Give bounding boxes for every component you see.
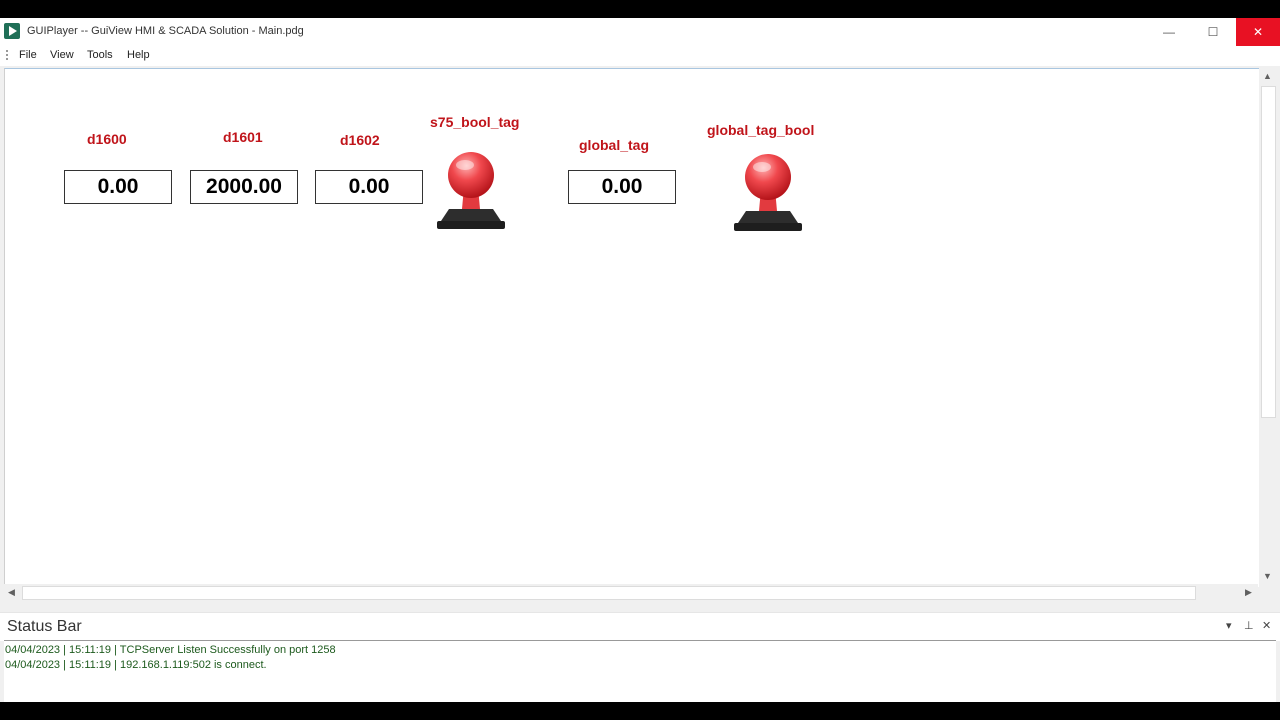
tag-label-d1601: d1601 (223, 129, 263, 145)
app-play-icon (4, 23, 20, 39)
maximize-button[interactable]: ☐ (1191, 18, 1235, 46)
log-line: 04/04/2023 | 15:11:19 | 192.168.1.119:50… (5, 659, 267, 671)
status-bar-header: Status Bar ▾ ⊥ ✕ (0, 612, 1280, 641)
status-pin-icon[interactable]: ⊥ (1244, 619, 1254, 632)
title-bar[interactable]: GUIPlayer -- GuiView HMI & SCADA Solutio… (0, 18, 1280, 46)
close-button[interactable]: ✕ (1236, 18, 1280, 46)
joystick-indicator-global-tag-bool-icon[interactable] (732, 151, 804, 235)
tag-label-d1600: d1600 (87, 131, 127, 147)
app-window: GUIPlayer -- GuiView HMI & SCADA Solutio… (0, 18, 1280, 702)
hmi-canvas: d1600 0.00 d1601 2000.00 d1602 0.00 s75_… (4, 68, 1259, 587)
status-close-icon[interactable]: ✕ (1262, 619, 1271, 632)
menu-grip-icon (6, 50, 8, 62)
menu-file[interactable]: File (19, 49, 37, 61)
value-display-d1601[interactable]: 2000.00 (190, 170, 298, 204)
horizontal-scroll-thumb[interactable] (22, 586, 1196, 600)
menu-view[interactable]: View (50, 49, 74, 61)
joystick-indicator-s75-bool-tag-icon[interactable] (435, 149, 507, 233)
scroll-left-icon[interactable]: ◀ (8, 587, 15, 598)
status-dropdown-icon[interactable]: ▾ (1226, 619, 1232, 632)
tag-label-global-tag-bool: global_tag_bool (707, 122, 815, 138)
scroll-up-icon[interactable]: ▲ (1263, 71, 1272, 81)
value-display-d1602[interactable]: 0.00 (315, 170, 423, 204)
tag-label-d1602: d1602 (340, 132, 380, 148)
minimize-button[interactable]: — (1147, 18, 1191, 46)
scroll-right-icon[interactable]: ▶ (1245, 587, 1252, 598)
value-display-global-tag[interactable]: 0.00 (568, 170, 676, 204)
tag-label-global-tag: global_tag (579, 137, 650, 153)
menu-bar: File View Tools Help (0, 46, 1280, 66)
status-bar-title: Status Bar (7, 618, 82, 635)
vertical-scrollbar[interactable]: ▲ ▼ (1259, 68, 1276, 586)
menu-tools[interactable]: Tools (87, 49, 113, 61)
status-log: 04/04/2023 | 15:11:19 | TCPServer Listen… (4, 640, 1276, 702)
menu-help[interactable]: Help (127, 49, 150, 61)
tag-label-s75-bool-tag: s75_bool_tag (430, 114, 520, 130)
vertical-scroll-thumb[interactable] (1261, 86, 1276, 418)
value-display-d1600[interactable]: 0.00 (64, 170, 172, 204)
scroll-down-icon[interactable]: ▼ (1263, 571, 1272, 581)
window-title: GUIPlayer -- GuiView HMI & SCADA Solutio… (27, 25, 304, 37)
horizontal-scrollbar[interactable]: ◀ ▶ (4, 584, 1258, 601)
log-line: 04/04/2023 | 15:11:19 | TCPServer Listen… (5, 644, 336, 656)
